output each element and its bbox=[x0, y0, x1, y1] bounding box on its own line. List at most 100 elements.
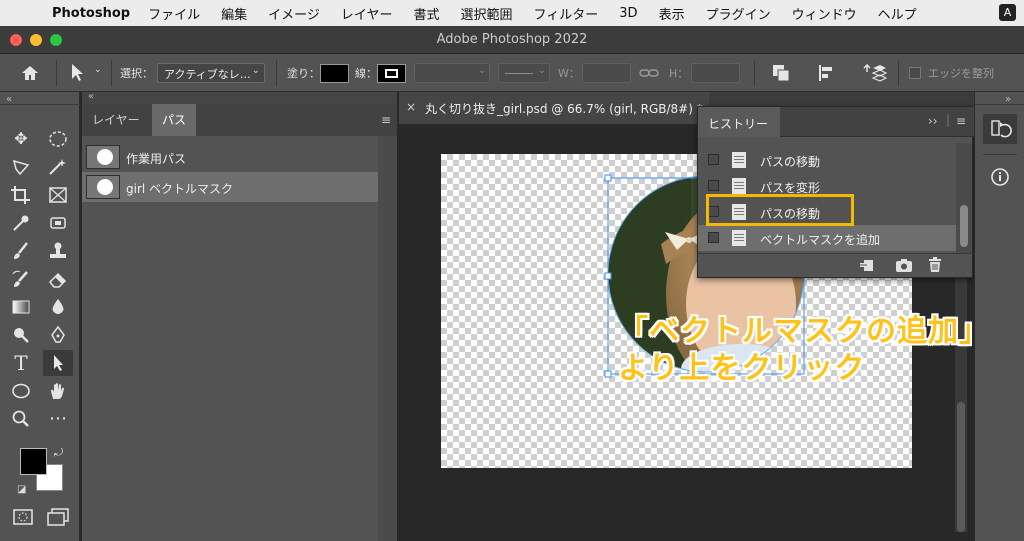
history-brush-source-checkbox[interactable] bbox=[708, 232, 719, 243]
hand-tool-icon[interactable] bbox=[43, 378, 73, 404]
menu-help[interactable]: ヘルプ bbox=[878, 4, 917, 23]
frame-tool-icon[interactable] bbox=[43, 182, 73, 208]
pen-tool-icon[interactable] bbox=[43, 322, 73, 348]
transform-handle[interactable] bbox=[604, 272, 612, 280]
stroke-color-swatch[interactable] bbox=[377, 64, 406, 83]
history-item[interactable]: パスの移動 bbox=[698, 147, 956, 173]
close-tab-icon[interactable]: × bbox=[406, 100, 416, 114]
path-arrangement-icon[interactable] bbox=[863, 62, 887, 84]
swap-colors-icon[interactable]: ⤾ bbox=[54, 446, 63, 460]
height-field[interactable] bbox=[691, 63, 740, 83]
crop-tool-icon[interactable] bbox=[6, 182, 36, 208]
fill-color-swatch[interactable] bbox=[320, 64, 349, 83]
expand-panel-icon[interactable]: ›› bbox=[928, 114, 938, 128]
tab-paths[interactable]: パス bbox=[152, 104, 197, 136]
window-title: Adobe Photoshop 2022 bbox=[436, 32, 588, 47]
fill-label: 塗り： bbox=[287, 67, 320, 80]
gradient-tool-icon[interactable] bbox=[6, 294, 36, 320]
menu-image[interactable]: イメージ bbox=[268, 4, 320, 23]
history-state-icon bbox=[732, 230, 746, 246]
width-field[interactable] bbox=[582, 63, 631, 83]
eyedropper-tool-icon[interactable] bbox=[6, 210, 36, 236]
collapse-panel-icon[interactable]: « bbox=[88, 91, 94, 102]
lasso-tool-icon[interactable] bbox=[6, 154, 36, 180]
window-title-bar: Adobe Photoshop 2022 bbox=[0, 26, 1024, 54]
dodge-tool-icon[interactable] bbox=[6, 322, 36, 348]
height-label: H： bbox=[669, 67, 689, 80]
history-brush-source-checkbox[interactable] bbox=[708, 180, 719, 191]
tab-history[interactable]: ヒストリー bbox=[698, 107, 780, 137]
screen-mode-icon[interactable] bbox=[46, 507, 70, 527]
ellipse-tool-icon[interactable] bbox=[6, 378, 36, 404]
menu-window[interactable]: ウィンドウ bbox=[792, 4, 857, 23]
history-panel-button[interactable] bbox=[983, 114, 1017, 144]
transform-handle[interactable] bbox=[604, 370, 612, 378]
trash-icon[interactable] bbox=[928, 256, 942, 273]
panel-collapse-strip: « bbox=[82, 91, 397, 104]
eraser-tool-icon[interactable] bbox=[43, 266, 73, 292]
brush-tool-icon[interactable] bbox=[6, 238, 36, 264]
stroke-type-dropdown[interactable]: ⌄ bbox=[498, 63, 550, 83]
menu-plugins[interactable]: プラグイン bbox=[706, 4, 771, 23]
paths-scrollbar[interactable] bbox=[378, 136, 397, 541]
history-scrollbar-thumb[interactable] bbox=[960, 205, 968, 247]
spot-healing-tool-icon[interactable] bbox=[43, 210, 73, 236]
menu-type[interactable]: 書式 bbox=[414, 4, 440, 23]
zoom-tool-icon[interactable] bbox=[6, 406, 36, 432]
path-item-label: girl ベクトルマスク bbox=[126, 182, 234, 196]
menu-app-name[interactable]: Photoshop bbox=[52, 6, 130, 21]
marquee-tool-icon[interactable] bbox=[43, 126, 73, 152]
chevron-down-icon: ⌄ bbox=[251, 65, 260, 76]
move-tool-icon[interactable]: ✥ bbox=[6, 126, 36, 152]
document-scrollbar-thumb[interactable] bbox=[957, 402, 965, 532]
history-item-label: パスの移動 bbox=[760, 155, 821, 169]
type-tool-icon[interactable]: T bbox=[6, 350, 36, 376]
select-dropdown-value: アクティブなレ… bbox=[164, 68, 251, 81]
path-operations-icon[interactable] bbox=[771, 63, 791, 83]
menu-edit[interactable]: 編集 bbox=[221, 4, 247, 23]
new-document-from-state-icon[interactable] bbox=[859, 257, 875, 273]
path-item-vector-mask[interactable]: girl ベクトルマスク bbox=[82, 172, 378, 202]
tools-panel: « ✥ T ⋯ ⤾ ◪ bbox=[0, 92, 80, 541]
path-alignment-icon[interactable] bbox=[817, 63, 837, 83]
menu-filter[interactable]: フィルター bbox=[534, 4, 599, 23]
home-icon[interactable] bbox=[20, 64, 40, 82]
panel-menu-icon[interactable]: ≡ bbox=[956, 114, 966, 128]
document-tab-title: 丸く切り抜き_girl.psd @ 66.7% (girl, RGB/8#) * bbox=[425, 102, 703, 116]
chevron-down-icon: ⌄ bbox=[477, 65, 486, 76]
path-selection-tool-icon[interactable] bbox=[43, 350, 73, 376]
menu-select[interactable]: 選択範囲 bbox=[461, 4, 513, 23]
path-selection-tool-icon[interactable] bbox=[70, 63, 84, 83]
path-item-label: 作業用パス bbox=[126, 152, 187, 166]
history-item-selected[interactable]: ベクトルマスクを追加 bbox=[698, 225, 956, 251]
menu-layer[interactable]: レイヤー bbox=[341, 4, 393, 23]
stamp-tool-icon[interactable] bbox=[43, 238, 73, 264]
magic-wand-tool-icon[interactable] bbox=[43, 154, 73, 180]
info-panel-button[interactable] bbox=[983, 162, 1017, 192]
more-tools-icon[interactable]: ⋯ bbox=[43, 406, 73, 432]
default-colors-icon[interactable]: ◪ bbox=[17, 484, 26, 495]
options-bar: ⌄ 選択： アクティブなレ… ⌄ 塗り： 線： ⌄ ⌄ W： H： エッジを整列 bbox=[0, 54, 1024, 92]
camera-icon[interactable] bbox=[895, 257, 913, 273]
align-edges-checkbox[interactable] bbox=[909, 67, 921, 79]
stroke-width-field[interactable]: ⌄ bbox=[414, 63, 490, 83]
foreground-color-swatch-front[interactable] bbox=[20, 448, 47, 475]
history-brush-source-checkbox[interactable] bbox=[708, 154, 719, 165]
panel-menu-icon[interactable]: ≡ bbox=[381, 113, 391, 127]
quick-mask-icon[interactable] bbox=[12, 508, 34, 526]
highlight-box bbox=[706, 194, 854, 226]
select-dropdown[interactable]: アクティブなレ… ⌄ bbox=[157, 63, 265, 83]
transform-handle[interactable] bbox=[604, 174, 612, 182]
menu-file[interactable]: ファイル bbox=[148, 4, 200, 23]
link-icon[interactable] bbox=[639, 66, 659, 80]
panel-divider: | bbox=[946, 113, 951, 127]
menu-3d[interactable]: 3D bbox=[619, 6, 637, 21]
blur-tool-icon[interactable] bbox=[43, 294, 73, 320]
menu-view[interactable]: 表示 bbox=[659, 4, 685, 23]
path-item-work-path[interactable]: 作業用パス bbox=[82, 142, 378, 172]
tab-layers[interactable]: レイヤー bbox=[82, 104, 150, 136]
input-source-indicator[interactable]: A bbox=[999, 4, 1016, 21]
history-brush-tool-icon[interactable] bbox=[6, 266, 36, 292]
history-scrollbar-track[interactable] bbox=[956, 143, 972, 253]
chevron-down-icon[interactable]: ⌄ bbox=[94, 65, 102, 75]
